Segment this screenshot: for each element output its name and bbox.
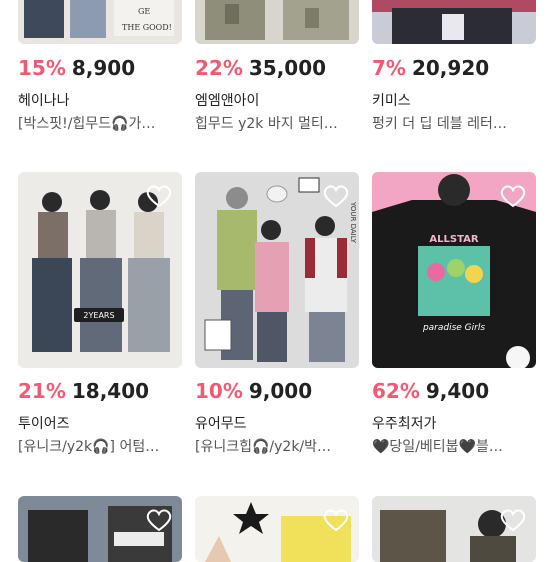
- thumb-text-ge: GE: [138, 7, 150, 16]
- thumb-shirt-text: ALLSTAR: [429, 234, 478, 245]
- product-title[interactable]: 🖤당일/베티붑🖤블…: [372, 436, 536, 456]
- product-title[interactable]: [유니크/y2k🎧] 어텀…: [18, 436, 182, 456]
- discount-rate: 21%: [18, 379, 66, 403]
- product-image[interactable]: [372, 496, 536, 562]
- discount-rate: 10%: [195, 379, 243, 403]
- shop-name[interactable]: 헤이나나: [18, 90, 70, 110]
- thumb-shirt-subtext: paradise Girls: [422, 323, 485, 333]
- product-image[interactable]: [195, 496, 359, 562]
- price-row: 21% 18,400: [18, 379, 149, 405]
- thumb-side-text: YOUR DAILY: [349, 201, 357, 244]
- heart-icon[interactable]: [323, 508, 349, 532]
- price-row: 7% 20,920: [372, 56, 489, 82]
- product-title[interactable]: 펑키 더 딥 데블 레터…: [372, 113, 536, 133]
- price: 9,400: [425, 379, 490, 403]
- discount-rate: 22%: [195, 56, 243, 80]
- price-row: 22% 35,000: [195, 56, 326, 82]
- price-row: 15% 8,900: [18, 56, 135, 82]
- heart-icon[interactable]: [146, 184, 172, 208]
- product-image[interactable]: [18, 496, 182, 562]
- heart-icon[interactable]: [146, 508, 172, 532]
- price: 9,000: [248, 379, 313, 403]
- shop-name[interactable]: 엠엠앤아이: [195, 90, 259, 110]
- shop-name[interactable]: 유어무드: [195, 413, 247, 433]
- price: 35,000: [248, 56, 327, 80]
- heart-icon[interactable]: [323, 184, 349, 208]
- product-image[interactable]: [372, 0, 536, 44]
- price: 20,920: [411, 56, 490, 80]
- discount-rate: 15%: [18, 56, 66, 80]
- price-row: 10% 9,000: [195, 379, 312, 405]
- product-title[interactable]: [박스핏!/힙무드🎧가…: [18, 113, 182, 133]
- product-image[interactable]: ALLSTAR paradise Girls: [372, 172, 536, 368]
- product-image[interactable]: YOUR DAILY: [195, 172, 359, 368]
- discount-rate: 7%: [372, 56, 406, 80]
- product-title[interactable]: [유니크힙🎧/y2k/박…: [195, 436, 359, 456]
- shop-name[interactable]: 키미스: [372, 90, 411, 110]
- heart-icon[interactable]: [500, 508, 526, 532]
- shop-name[interactable]: 투이어즈: [18, 413, 70, 433]
- product-image[interactable]: [195, 0, 359, 44]
- product-image[interactable]: 2YEARS: [18, 172, 182, 368]
- product-image[interactable]: GE THE GOOD!: [18, 0, 182, 44]
- price: 18,400: [71, 379, 150, 403]
- product-title[interactable]: 힙무드 y2k 바지 멀티…: [195, 113, 359, 133]
- thumb-text-thegood: THE GOOD!: [122, 23, 172, 32]
- price-row: 62% 9,400: [372, 379, 489, 405]
- heart-icon[interactable]: [500, 184, 526, 208]
- discount-rate: 62%: [372, 379, 420, 403]
- price: 8,900: [71, 56, 136, 80]
- thumb-badge-text: 2YEARS: [83, 311, 114, 320]
- shop-name[interactable]: 우주최저가: [372, 413, 436, 433]
